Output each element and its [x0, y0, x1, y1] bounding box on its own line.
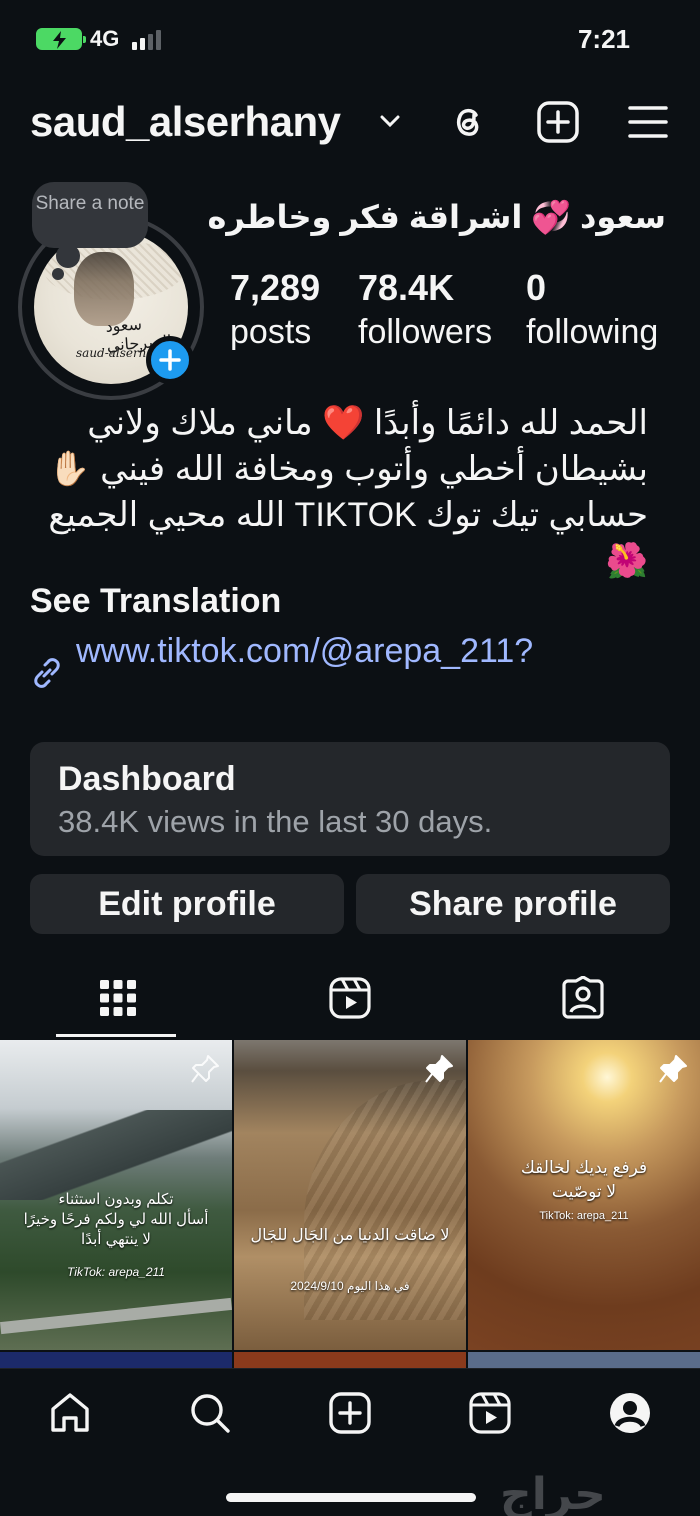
- bio-line: 🌺: [605, 542, 648, 580]
- tab-tagged[interactable]: [466, 970, 699, 1038]
- tagged-icon: [562, 976, 604, 1019]
- link-icon: [34, 658, 60, 688]
- see-translation-link[interactable]: See Translation: [30, 582, 281, 621]
- edit-profile-button[interactable]: Edit profile: [30, 874, 344, 934]
- post-credit: TikTok: arepa_211: [67, 1265, 165, 1279]
- search-icon[interactable]: [188, 1391, 232, 1435]
- bio: الحمد لله دائمًا وأبدًا ❤️ ماني ملاك ولا…: [18, 400, 648, 584]
- menu-icon[interactable]: [626, 100, 670, 144]
- chevron-down-icon[interactable]: [378, 112, 402, 130]
- signal-strength-icon: [132, 30, 166, 50]
- status-bar: 4G 7:21: [0, 0, 700, 80]
- professional-dashboard[interactable]: Dashboard 38.4K views in the last 30 day…: [30, 742, 670, 856]
- share-profile-button[interactable]: Share profile: [356, 874, 670, 934]
- account-switcher[interactable]: saud_alserhany: [30, 98, 341, 146]
- post-caption: لا ضاقت الدنيا من الجَال للجَال: [250, 1227, 450, 1244]
- bio-link[interactable]: www.tiktok.com/@arepa_211?: [76, 632, 533, 671]
- create-post-icon[interactable]: [536, 100, 580, 144]
- post-credit: في هذا اليوم 2024/9/10: [290, 1279, 410, 1293]
- create-icon[interactable]: [328, 1391, 372, 1435]
- clock: 7:21: [577, 24, 630, 54]
- watermark: حراج: [500, 1469, 606, 1516]
- dashboard-subtitle: 38.4K views in the last 30 days.: [58, 804, 493, 839]
- post-caption: تكلم وبدون استثناء أسأل الله لي ولكم فرح…: [23, 1191, 209, 1248]
- pin-icon: [191, 1055, 219, 1083]
- bio-line: حسابي تيك توك TIKTOK الله محيي الجميع: [48, 496, 648, 534]
- tab-posts-grid[interactable]: [0, 970, 233, 1038]
- active-tab-indicator: [56, 1034, 176, 1037]
- pin-icon: [425, 1055, 453, 1083]
- grid-icon: [100, 980, 136, 1016]
- reels-icon[interactable]: [468, 1391, 512, 1435]
- following-stat[interactable]: 0 following: [526, 266, 658, 354]
- bio-line: بشيطان أخطي وأتوب ومخافة الله فيني ✋🏻: [48, 450, 648, 488]
- post-tile[interactable]: لا ضاقت الدنيا من الجَال للجَال في هذا ا…: [234, 1040, 466, 1350]
- posts-grid: تكلم وبدون استثناء أسأل الله لي ولكم فرح…: [0, 1040, 700, 1372]
- post-tile[interactable]: تكلم وبدون استثناء أسأل الله لي ولكم فرح…: [0, 1040, 232, 1350]
- battery-charging-icon: [36, 28, 86, 50]
- home-icon[interactable]: [48, 1391, 92, 1435]
- plus-icon: [159, 349, 181, 371]
- network-type: 4G: [90, 26, 120, 51]
- threads-icon[interactable]: [446, 100, 490, 144]
- post-credit: TikTok: arepa_211: [539, 1210, 629, 1222]
- pin-icon: [659, 1055, 687, 1083]
- followers-stat[interactable]: 78.4K followers: [358, 266, 492, 354]
- bottom-navigation: حراج: [0, 1368, 700, 1516]
- display-name: سعود 💞 اشراقة فكر وخاطره: [207, 199, 666, 235]
- share-note-bubble[interactable]: Share a note: [32, 182, 148, 248]
- post-caption: فرفع يديك لخالقك لا توصّيت: [520, 1158, 648, 1201]
- posts-stat[interactable]: 7,289 posts: [230, 266, 320, 354]
- add-story-button[interactable]: [146, 336, 194, 384]
- bio-line: الحمد لله دائمًا وأبدًا ❤️ ماني ملاك ولا…: [87, 404, 648, 442]
- dashboard-title: Dashboard: [58, 760, 236, 798]
- profile-header: saud_alserhany: [0, 90, 700, 160]
- profile-icon[interactable]: [608, 1391, 652, 1435]
- reels-icon: [329, 977, 371, 1019]
- tab-reels[interactable]: [233, 970, 466, 1038]
- home-indicator[interactable]: [226, 1493, 476, 1502]
- post-tile[interactable]: فرفع يديك لخالقك لا توصّيت TikTok: arepa…: [468, 1040, 700, 1350]
